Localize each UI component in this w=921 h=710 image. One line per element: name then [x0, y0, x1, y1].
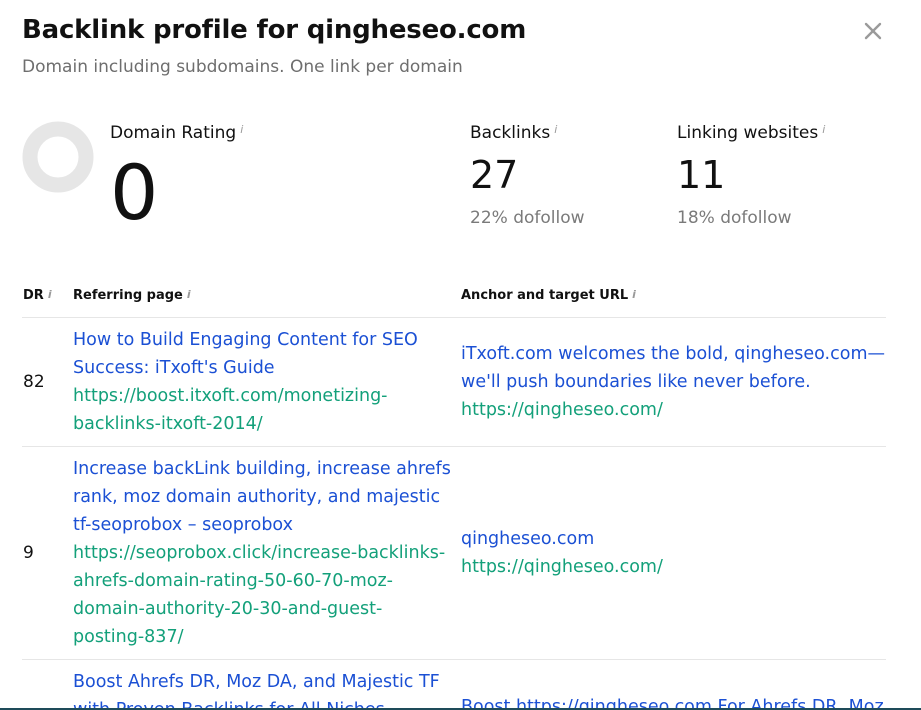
row-divider — [22, 446, 886, 447]
domain-rating-ring — [22, 121, 94, 193]
linking-websites-value: 11 — [677, 153, 726, 197]
close-icon[interactable] — [860, 18, 886, 44]
row-divider — [22, 659, 886, 660]
referring-page-url-line[interactable]: https://seoprobox.click/increase-backlin… — [73, 539, 451, 567]
anchor-text-line[interactable]: qingheseo.com — [461, 525, 663, 553]
domain-rating-value: 0 — [110, 148, 159, 237]
row-2-dr: 9 — [23, 543, 34, 563]
info-icon[interactable]: i — [240, 123, 243, 136]
referring-page-url-line[interactable]: posting-837/ — [73, 623, 451, 651]
row-1-referring-page: How to Build Engaging Content for SEO Su… — [73, 326, 418, 438]
info-icon[interactable]: i — [554, 123, 557, 136]
referring-page-title-line[interactable]: Boost Ahrefs DR, Moz DA, and Majestic TF — [73, 668, 440, 696]
column-header-anchor[interactable]: Anchor and target URL i — [461, 288, 636, 303]
modal-title: Backlink profile for qingheseo.com — [22, 15, 527, 45]
anchor-text-line[interactable]: we'll push boundaries like never before. — [461, 368, 885, 396]
backlinks-dofollow: 22% dofollow — [470, 208, 585, 228]
column-header-referring-page[interactable]: Referring page i — [73, 288, 191, 303]
row-divider — [22, 317, 886, 318]
anchor-text-line[interactable]: iTxoft.com welcomes the bold, qingheseo.… — [461, 340, 885, 368]
referring-page-title-line[interactable]: Increase backLink building, increase ahr… — [73, 455, 451, 483]
row-2-referring-page: Increase backLink building, increase ahr… — [73, 455, 451, 651]
referring-page-title-line[interactable]: How to Build Engaging Content for SEO — [73, 326, 418, 354]
linking-websites-dofollow: 18% dofollow — [677, 208, 792, 228]
referring-page-title-line[interactable]: Success: iTxoft's Guide — [73, 354, 418, 382]
info-icon[interactable]: i — [187, 288, 191, 301]
target-url-line[interactable]: https://qingheseo.com/ — [461, 553, 663, 581]
info-icon[interactable]: i — [48, 288, 52, 301]
referring-page-url-line[interactable]: ahrefs-domain-rating-50-60-70-moz- — [73, 567, 451, 595]
referring-page-title-line[interactable]: tf-seoprobox – seoprobox — [73, 511, 451, 539]
info-icon[interactable]: i — [822, 123, 825, 136]
row-1-dr: 82 — [23, 372, 45, 392]
domain-rating-label: Domain Rating i — [110, 123, 244, 143]
backlink-profile-modal: Backlink profile for qingheseo.com Domai… — [0, 0, 921, 710]
linking-websites-label: Linking websites i — [677, 123, 826, 143]
info-icon[interactable]: i — [632, 288, 636, 301]
referring-page-title-line[interactable]: rank, moz domain authority, and majestic — [73, 483, 451, 511]
referring-page-url-line[interactable]: backlinks-itxoft-2014/ — [73, 410, 418, 438]
referring-page-url-line[interactable]: https://boost.itxoft.com/monetizing- — [73, 382, 418, 410]
backlinks-value: 27 — [470, 153, 519, 197]
backlinks-label: Backlinks i — [470, 123, 558, 143]
row-3-referring-page: Boost Ahrefs DR, Moz DA, and Majestic TF… — [73, 668, 440, 710]
referring-page-url-line[interactable]: domain-authority-20-30-and-guest- — [73, 595, 451, 623]
modal-subtitle: Domain including subdomains. One link pe… — [22, 57, 463, 77]
row-2-anchor: qingheseo.com https://qingheseo.com/ — [461, 525, 663, 581]
target-url-line[interactable]: https://qingheseo.com/ — [461, 396, 885, 424]
row-1-anchor: iTxoft.com welcomes the bold, qingheseo.… — [461, 340, 885, 424]
column-header-dr[interactable]: DR i — [23, 288, 52, 303]
